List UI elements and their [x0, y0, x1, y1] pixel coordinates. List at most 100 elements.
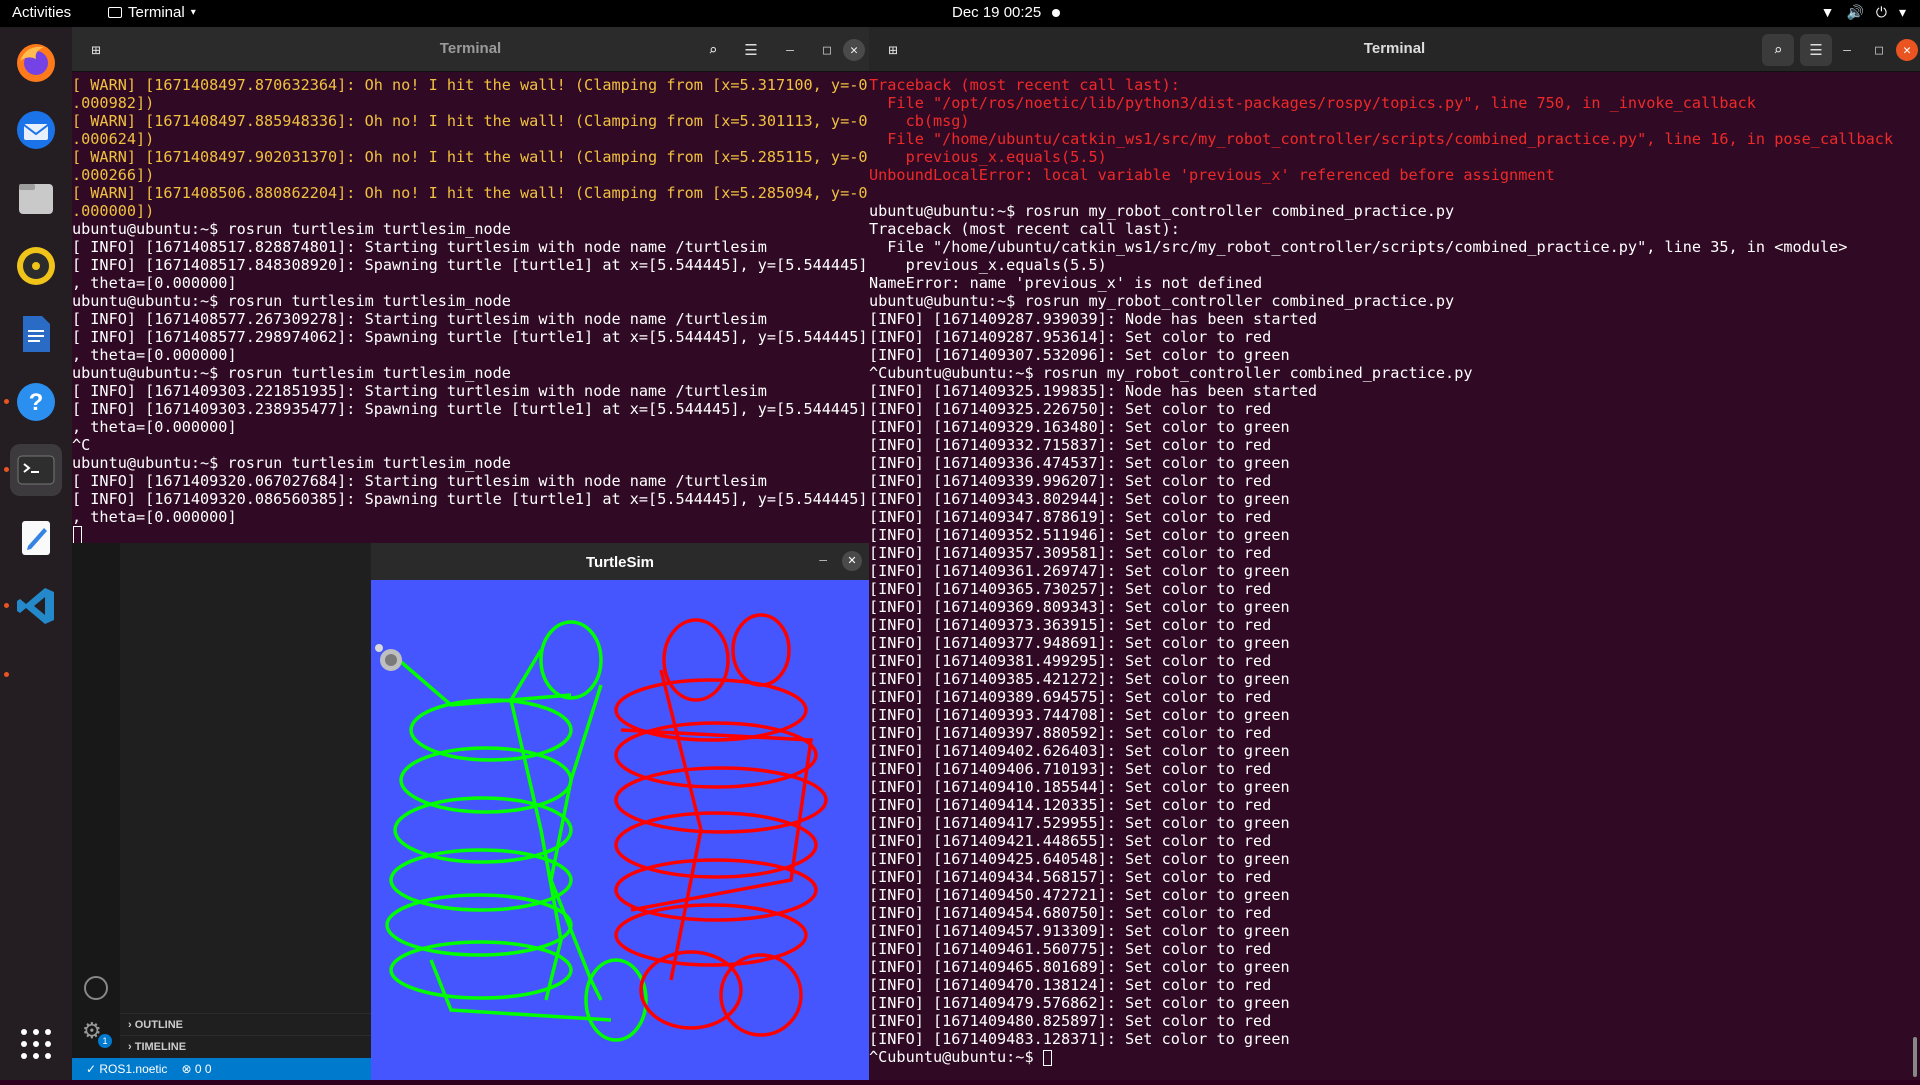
- terminal-line: [INFO] [1671409397.880592]: Set color to…: [869, 724, 1272, 742]
- terminal-line: [INFO] [1671409307.532096]: Set color to…: [869, 346, 1290, 364]
- terminal-window-left[interactable]: ⊞ Terminal ⌕ ☰ – □ ✕ [ WARN] [1671408497…: [72, 27, 869, 544]
- account-icon[interactable]: [84, 976, 108, 1000]
- app-menu[interactable]: Terminal ▾: [108, 4, 196, 21]
- ros-env-label: ROS1.noetic: [99, 1062, 168, 1076]
- terminal-line: [INFO] [1671409373.363915]: Set color to…: [869, 616, 1272, 634]
- activities-button[interactable]: Activities: [12, 4, 71, 21]
- terminal-line: ubuntu@ubuntu:~$ rosrun turtlesim turtle…: [72, 220, 511, 238]
- minimize-icon[interactable]: –: [819, 551, 827, 567]
- terminal-line: [INFO] [1671409336.474537]: Set color to…: [869, 454, 1290, 472]
- power-icon: ⏻: [1875, 4, 1887, 20]
- terminal-line: [INFO] [1671409332.715837]: Set color to…: [869, 436, 1272, 454]
- activity-bar: ⚙ 1: [72, 543, 120, 1058]
- terminal-line: [ INFO] [1671408577.298974062]: Spawning…: [72, 328, 868, 346]
- turtlesim-header: TurtleSim – ✕: [371, 543, 869, 580]
- turtlesim-canvas: [371, 580, 869, 1080]
- terminal-line: ^Cubuntu@ubuntu:~$ rosrun my_robot_contr…: [869, 364, 1473, 382]
- libreoffice-writer-icon[interactable]: [10, 308, 62, 360]
- terminal-line: [ INFO] [1671408577.267309278]: Starting…: [72, 310, 767, 328]
- search-icon[interactable]: ⌕: [1762, 34, 1794, 66]
- terminal-line: [ INFO] [1671409320.086560385]: Spawning…: [72, 490, 868, 508]
- terminal-line: [INFO] [1671409385.421272]: Set color to…: [869, 670, 1290, 688]
- terminal-line: .000000]): [72, 202, 155, 220]
- terminal-icon[interactable]: [10, 444, 62, 496]
- notification-dot-icon: [1052, 9, 1060, 17]
- terminal-line: ubuntu@ubuntu:~$ rosrun turtlesim turtle…: [72, 364, 511, 382]
- terminal-output[interactable]: Traceback (most recent call last): File …: [869, 76, 1920, 1066]
- turtle-trails: [375, 613, 828, 1042]
- show-apps-icon[interactable]: [10, 1018, 62, 1070]
- ros-env-status[interactable]: ✓ ROS1.noetic: [86, 1058, 167, 1080]
- terminal-line: [ WARN] [1671408497.902031370]: Oh no! I…: [72, 148, 868, 166]
- terminal-line: [INFO] [1671409357.309581]: Set color to…: [869, 544, 1272, 562]
- terminal-line: UnboundLocalError: local variable 'previ…: [869, 166, 1555, 184]
- terminal-line: [INFO] [1671409457.913309]: Set color to…: [869, 922, 1290, 940]
- terminal-line: [INFO] [1671409410.185544]: Set color to…: [869, 778, 1290, 796]
- scrollbar[interactable]: [1913, 1037, 1917, 1077]
- maximize-icon[interactable]: □: [816, 39, 838, 61]
- terminal-line: , theta=[0.000000]: [72, 418, 237, 436]
- terminal-line: [INFO] [1671409421.448655]: Set color to…: [869, 832, 1272, 850]
- terminal-line: [INFO] [1671409365.730257]: Set color to…: [869, 580, 1272, 598]
- hamburger-menu-icon[interactable]: ☰: [1800, 34, 1832, 66]
- terminal-line: [ INFO] [1671409303.238935477]: Spawning…: [72, 400, 868, 418]
- thunderbird-icon[interactable]: [10, 104, 62, 156]
- problems-label: 0 0: [194, 1062, 212, 1076]
- status-bar: ✓ ROS1.noetic ⊗ 0 0: [72, 1058, 372, 1080]
- terminal-line: [INFO] [1671409406.710193]: Set color to…: [869, 760, 1272, 778]
- search-icon[interactable]: ⌕: [697, 34, 729, 66]
- close-icon[interactable]: ✕: [1896, 39, 1918, 61]
- maximize-icon[interactable]: □: [1868, 39, 1890, 61]
- terminal-app-icon: [108, 7, 122, 18]
- turtlesim-window[interactable]: TurtleSim – ✕: [371, 543, 869, 1080]
- terminal-line: [INFO] [1671409434.568157]: Set color to…: [869, 868, 1272, 886]
- firefox-icon[interactable]: [10, 37, 62, 89]
- text-editor-icon[interactable]: [10, 512, 62, 564]
- files-icon[interactable]: [10, 172, 62, 224]
- terminal-line: [INFO] [1671409480.825897]: Set color to…: [869, 1012, 1272, 1030]
- terminal-window-right[interactable]: ⊞ Terminal ⌕ ☰ – □ ✕ Traceback (most rec…: [869, 27, 1920, 1080]
- close-icon[interactable]: ✕: [843, 39, 865, 61]
- turtle-icon: [375, 644, 402, 671]
- terminal-line: [INFO] [1671409425.640548]: Set color to…: [869, 850, 1290, 868]
- outline-section[interactable]: › OUTLINE: [120, 1013, 372, 1035]
- timeline-section[interactable]: › TIMELINE: [120, 1035, 372, 1057]
- terminal-line: ubuntu@ubuntu:~$ rosrun my_robot_control…: [869, 292, 1455, 310]
- problems-status[interactable]: ⊗ 0 0: [181, 1058, 211, 1080]
- wifi-icon: ▼: [1820, 4, 1835, 20]
- terminal-line: [INFO] [1671409389.694575]: Set color to…: [869, 688, 1272, 706]
- rhythmbox-icon[interactable]: [10, 240, 62, 292]
- terminal-line: [ INFO] [1671408517.828874801]: Starting…: [72, 238, 767, 256]
- timeline-label: TIMELINE: [134, 1041, 187, 1053]
- terminal-line: File "/home/ubuntu/catkin_ws1/src/my_rob…: [869, 130, 1894, 148]
- help-icon[interactable]: ?: [10, 376, 62, 428]
- terminal-line: [INFO] [1671409465.801689]: Set color to…: [869, 958, 1290, 976]
- terminal-line: [INFO] [1671409393.744708]: Set color to…: [869, 706, 1290, 724]
- terminal-output[interactable]: [ WARN] [1671408497.870632364]: Oh no! I…: [72, 76, 869, 526]
- terminal-line: [INFO] [1671409381.499295]: Set color to…: [869, 652, 1272, 670]
- terminal-header: ⊞ Terminal ⌕ ☰ – □ ✕: [869, 27, 1920, 72]
- running-indicator-icon: [4, 603, 9, 608]
- terminal-line: [INFO] [1671409450.472721]: Set color to…: [869, 886, 1290, 904]
- system-tray[interactable]: ▼ 🔊 ⏻ ▾: [1821, 4, 1906, 21]
- minimize-icon[interactable]: –: [779, 39, 801, 61]
- terminal-header: ⊞ Terminal ⌕ ☰ – □ ✕: [72, 27, 869, 72]
- terminal-line: [INFO] [1671409352.511946]: Set color to…: [869, 526, 1290, 544]
- terminal-line: File "/opt/ros/noetic/lib/python3/dist-p…: [869, 94, 1756, 112]
- terminal-line: [INFO] [1671409347.878619]: Set color to…: [869, 508, 1272, 526]
- vscode-icon[interactable]: [10, 580, 62, 632]
- terminal-line: [ WARN] [1671408497.885948336]: Oh no! I…: [72, 112, 868, 130]
- hamburger-menu-icon[interactable]: ☰: [735, 34, 767, 66]
- terminal-line: [INFO] [1671409339.996207]: Set color to…: [869, 472, 1272, 490]
- terminal-line: , theta=[0.000000]: [72, 508, 237, 526]
- green-trail: [385, 620, 648, 1042]
- terminal-line: cb(msg): [869, 112, 970, 130]
- running-indicator-icon: [4, 672, 9, 677]
- close-icon[interactable]: ✕: [842, 551, 862, 571]
- terminal-line: ^C: [72, 436, 91, 454]
- clock[interactable]: Dec 19 00:25: [952, 4, 1041, 21]
- terminal-line: [ WARN] [1671408497.870632364]: Oh no! I…: [72, 76, 868, 94]
- terminal-line: ubuntu@ubuntu:~$ rosrun my_robot_control…: [869, 202, 1455, 220]
- minimize-icon[interactable]: –: [1836, 39, 1858, 61]
